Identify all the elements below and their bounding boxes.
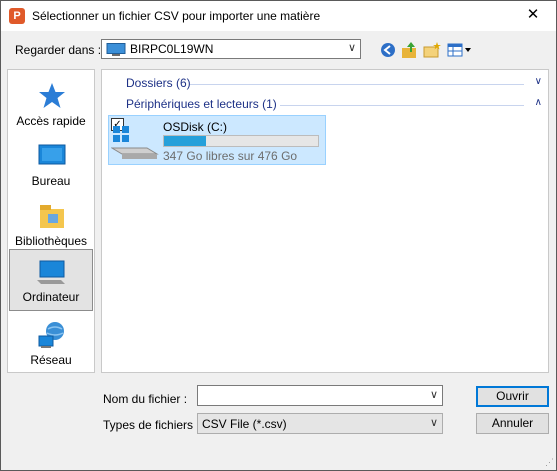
group-title: Dossiers (6)	[126, 76, 191, 90]
filename-input[interactable]: ∨	[197, 385, 443, 406]
view-menu-button[interactable]	[445, 39, 473, 61]
drive-name: OSDisk (C:)	[163, 120, 227, 134]
drive-free-space: 347 Go libres sur 476 Go	[163, 149, 298, 163]
place-computer[interactable]: Ordinateur	[9, 249, 93, 311]
look-in-label: Regarder dans :	[15, 43, 102, 57]
drive-item[interactable]: ✓ OSDisk (C:) 347 Go libres sur 476 Go	[108, 115, 326, 165]
filetype-dropdown[interactable]: CSV File (*.csv) ∨	[197, 413, 443, 434]
computer-icon	[37, 260, 65, 284]
hard-drive-icon	[111, 126, 159, 159]
close-button[interactable]: ✕	[510, 1, 556, 31]
chevron-down-icon[interactable]: ∨	[430, 388, 438, 401]
app-icon: P	[9, 8, 25, 24]
title-bar: P Sélectionner un fichier CSV pour impor…	[1, 1, 556, 31]
library-icon	[40, 205, 64, 228]
look-in-dropdown[interactable]: BIRPC0L19WN ∨	[101, 39, 361, 59]
view-grid-icon	[447, 43, 471, 57]
chevron-down-icon: ∨	[429, 417, 438, 429]
place-label: Bibliothèques	[14, 234, 88, 248]
star-icon	[39, 83, 65, 108]
chevron-down-icon[interactable]: ∨	[535, 76, 542, 87]
up-folder-button[interactable]	[399, 39, 421, 61]
drive-usage-bar	[163, 135, 319, 147]
filename-label: Nom du fichier :	[103, 392, 188, 406]
drive-usage-fill	[164, 136, 206, 146]
up-folder-icon	[402, 42, 416, 58]
look-in-value: BIRPC0L19WN	[130, 42, 214, 56]
place-network[interactable]: Réseau	[10, 315, 92, 373]
group-header-folders[interactable]: Dossiers (6) ∨	[126, 76, 542, 92]
back-arrow-icon	[381, 43, 395, 57]
cancel-button[interactable]: Annuler	[476, 413, 549, 434]
place-desktop[interactable]: Bureau	[10, 136, 92, 194]
new-folder-button[interactable]	[421, 39, 443, 61]
place-quick-access[interactable]: Accès rapide	[10, 76, 92, 134]
resize-grip-icon[interactable]: ⋰	[545, 457, 554, 468]
place-libraries[interactable]: Bibliothèques	[10, 196, 92, 254]
file-list[interactable]: Dossiers (6) ∨ Périphériques et lecteurs…	[101, 69, 549, 373]
back-button[interactable]	[377, 39, 399, 61]
window-title: Sélectionner un fichier CSV pour importe…	[32, 9, 321, 23]
place-label: Accès rapide	[16, 114, 86, 128]
group-header-devices[interactable]: Périphériques et lecteurs (1) ∧	[126, 97, 542, 113]
new-folder-icon	[423, 42, 441, 58]
place-label: Réseau	[30, 353, 72, 367]
group-title: Périphériques et lecteurs (1)	[126, 97, 277, 111]
filetype-value: CSV File (*.csv)	[202, 417, 287, 431]
place-label: Bureau	[31, 174, 71, 188]
desktop-icon	[38, 144, 66, 165]
place-label: Ordinateur	[22, 290, 80, 304]
network-icon	[38, 322, 64, 348]
chevron-up-icon[interactable]: ∧	[535, 97, 542, 108]
chevron-down-icon: ∨	[347, 42, 356, 54]
group-divider	[280, 105, 524, 106]
computer-icon	[106, 43, 126, 59]
group-divider	[190, 84, 524, 85]
file-open-dialog: P Sélectionner un fichier CSV pour impor…	[0, 0, 557, 471]
open-button[interactable]: Ouvrir	[476, 386, 549, 407]
places-bar: Accès rapide Bureau Bibliothèques Ordina…	[7, 69, 95, 373]
filetype-label: Types de fichiers :	[103, 418, 200, 432]
